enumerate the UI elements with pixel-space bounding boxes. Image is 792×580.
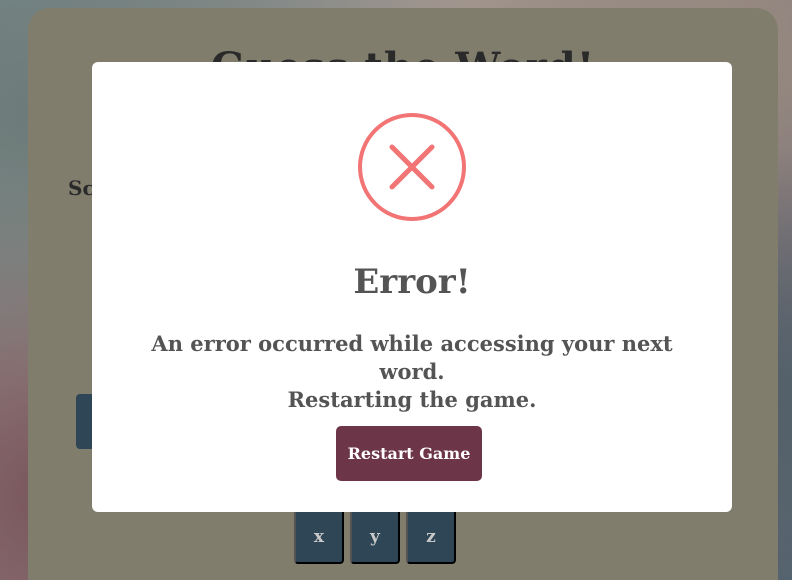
- dialog-message-line-2: Restarting the game.: [287, 387, 537, 412]
- dialog-message: An error occurred while accessing your n…: [132, 330, 692, 414]
- error-dialog: Error! An error occurred while accessing…: [92, 62, 732, 512]
- dialog-title: Error!: [353, 262, 471, 302]
- error-x-icon: [358, 113, 466, 221]
- dialog-message-line-1: An error occurred while accessing your n…: [151, 331, 673, 384]
- restart-game-button[interactable]: Restart Game: [336, 426, 482, 481]
